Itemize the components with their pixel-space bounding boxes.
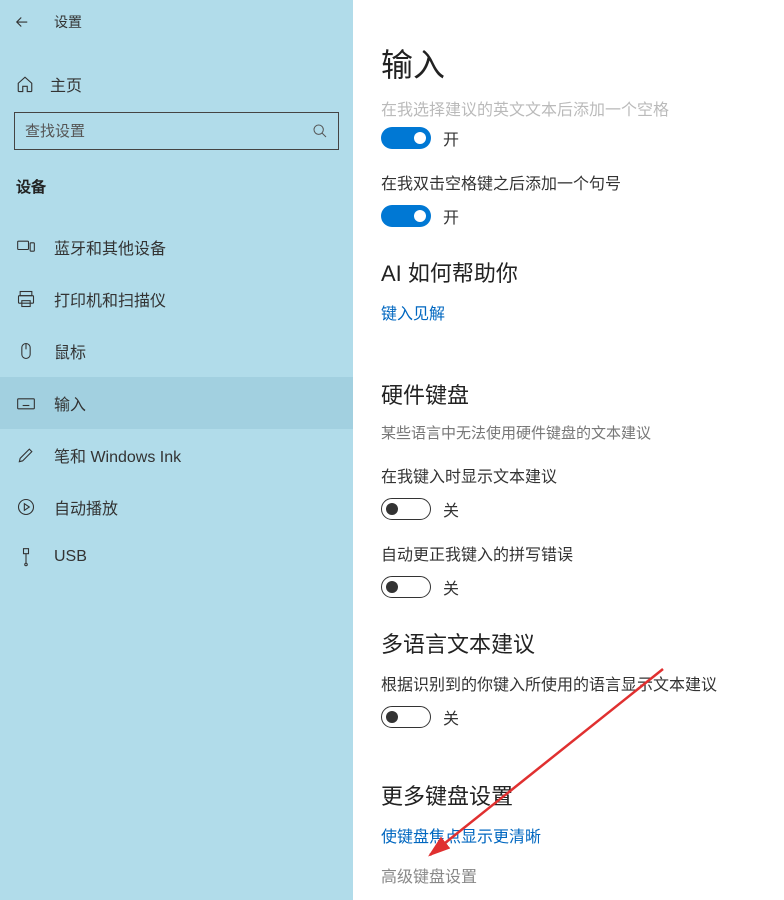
link-keyboard-focus[interactable]: 使键盘焦点显示更清晰 [381,823,541,847]
link-advanced-keyboard[interactable]: 高级键盘设置 [381,863,477,887]
search-box[interactable] [14,112,339,150]
sidebar-item-label: 笔和 Windows Ink [54,443,181,467]
setting-description: 在我键入时显示文本建议 [381,463,784,487]
autoplay-icon [16,497,36,517]
sidebar-item-mouse[interactable]: 鼠标 [0,325,353,377]
sidebar-item-autoplay[interactable]: 自动播放 [0,481,353,533]
sidebar-item-usb[interactable]: USB [0,533,353,581]
section-heading-multilingual: 多语言文本建议 [381,627,784,659]
toggle-state-label: 开 [443,126,459,150]
setting-description: 在我选择建议的英文文本后添加一个空格 [381,96,784,120]
sidebar-item-label: 输入 [54,391,86,415]
pen-icon [16,445,36,465]
sidebar-item-label: 打印机和扫描仪 [54,287,166,311]
section-heading-ai: AI 如何帮助你 [381,256,784,288]
toggle-add-space[interactable] [381,127,431,149]
window-title: 设置 [54,12,82,32]
sidebar-item-label: 蓝牙和其他设备 [54,235,166,259]
devices-icon [16,237,36,257]
toggle-add-period[interactable] [381,205,431,227]
toggle-state-label: 关 [443,705,459,729]
mouse-icon [16,341,36,361]
home-icon [16,75,34,93]
toggle-show-suggestions[interactable] [381,498,431,520]
setting-description: 根据识别到的你键入所使用的语言显示文本建议 [381,671,784,695]
sidebar-item-label: 自动播放 [54,495,118,519]
sidebar-item-pen[interactable]: 笔和 Windows Ink [0,429,353,481]
usb-icon [16,547,36,567]
content-pane: 输入 在我选择建议的英文文本后添加一个空格 开 在我双击空格键之后添加一个句号 … [353,0,784,900]
sidebar-item-label: USB [54,548,87,566]
sidebar-item-label: 鼠标 [54,339,86,363]
toggle-state-label: 关 [443,497,459,521]
search-input[interactable] [25,123,312,140]
page-title: 输入 [381,40,784,86]
link-typing-insights[interactable]: 键入见解 [381,300,445,324]
section-heading-hardware-keyboard: 硬件键盘 [381,378,784,410]
section-subtext: 某些语言中无法使用硬件键盘的文本建议 [381,422,784,443]
toggle-autocorrect[interactable] [381,576,431,598]
home-label: 主页 [50,72,82,96]
sidebar-item-printers[interactable]: 打印机和扫描仪 [0,273,353,325]
title-bar: 设置 [0,0,353,40]
toggle-state-label: 关 [443,575,459,599]
back-button[interactable] [0,2,44,42]
sidebar: 设置 主页 设备 蓝牙和其他设备 打印机和扫描仪 鼠标 输入 笔和 Window… [0,0,353,900]
setting-description: 在我双击空格键之后添加一个句号 [381,170,784,194]
back-arrow-icon [13,13,31,31]
printer-icon [16,289,36,309]
sidebar-item-bluetooth[interactable]: 蓝牙和其他设备 [0,221,353,273]
toggle-state-label: 开 [443,204,459,228]
setting-description: 自动更正我键入的拼写错误 [381,541,784,565]
home-nav[interactable]: 主页 [0,62,353,102]
section-label: 设备 [16,176,353,197]
section-heading-more-keyboard: 更多键盘设置 [381,779,784,811]
toggle-multilingual[interactable] [381,706,431,728]
sidebar-item-typing[interactable]: 输入 [0,377,353,429]
search-icon [312,123,328,139]
keyboard-icon [16,393,36,413]
